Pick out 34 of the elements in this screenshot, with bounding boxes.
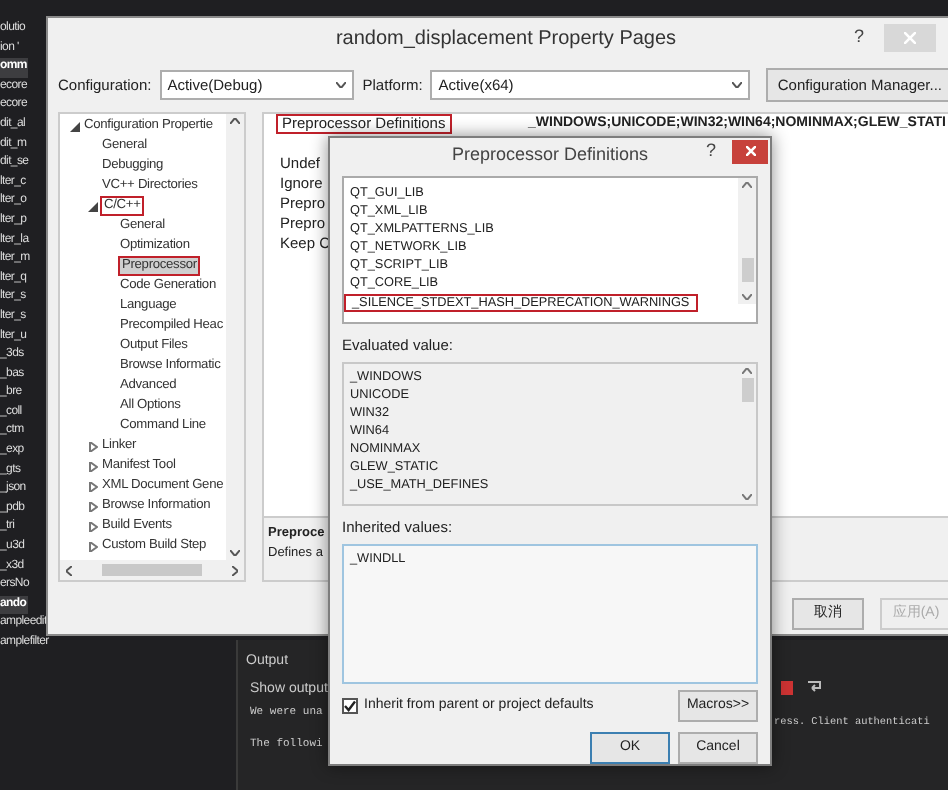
scroll-up-icon[interactable] <box>230 118 240 124</box>
close-button[interactable] <box>732 139 768 164</box>
close-icon <box>745 146 755 157</box>
chevron-icon <box>336 82 347 88</box>
scroll-up-icon[interactable] <box>742 182 752 189</box>
collapsed-icon[interactable] <box>88 541 98 551</box>
help-button[interactable]: ? <box>705 138 716 165</box>
scroll-down-icon[interactable] <box>742 294 752 300</box>
scroll-up-icon[interactable] <box>742 368 752 375</box>
scroll-down-icon[interactable] <box>742 493 752 500</box>
scroll-down-icon[interactable] <box>230 550 240 556</box>
close-icon <box>904 32 916 44</box>
collapsed-icon[interactable] <box>88 441 98 451</box>
wrap-icon[interactable] <box>806 680 822 694</box>
scrollbar[interactable] <box>60 560 244 580</box>
scroll-left-icon[interactable] <box>66 565 72 575</box>
window-title: random_displacement Property Pages <box>335 25 677 53</box>
expanded-icon[interactable] <box>70 121 80 131</box>
chevron-icon <box>731 82 742 88</box>
scroll-right-icon[interactable] <box>232 565 238 575</box>
inherit-checkbox[interactable] <box>342 698 358 714</box>
collapsed-icon[interactable] <box>88 481 98 491</box>
scrollbar-thumb[interactable] <box>741 258 753 282</box>
help-button[interactable]: ? <box>853 24 864 52</box>
expanded-icon[interactable] <box>88 201 98 211</box>
scrollbar-thumb[interactable] <box>741 378 753 403</box>
scrollbar[interactable] <box>738 178 756 304</box>
scrollbar[interactable] <box>738 364 756 504</box>
dialog-title: Preprocessor Definitions <box>451 141 649 168</box>
collapsed-icon[interactable] <box>88 521 98 531</box>
scrollbar[interactable] <box>226 114 244 560</box>
scrollbar-thumb[interactable] <box>102 564 202 576</box>
collapsed-icon[interactable] <box>88 461 98 471</box>
collapsed-icon[interactable] <box>88 501 98 511</box>
